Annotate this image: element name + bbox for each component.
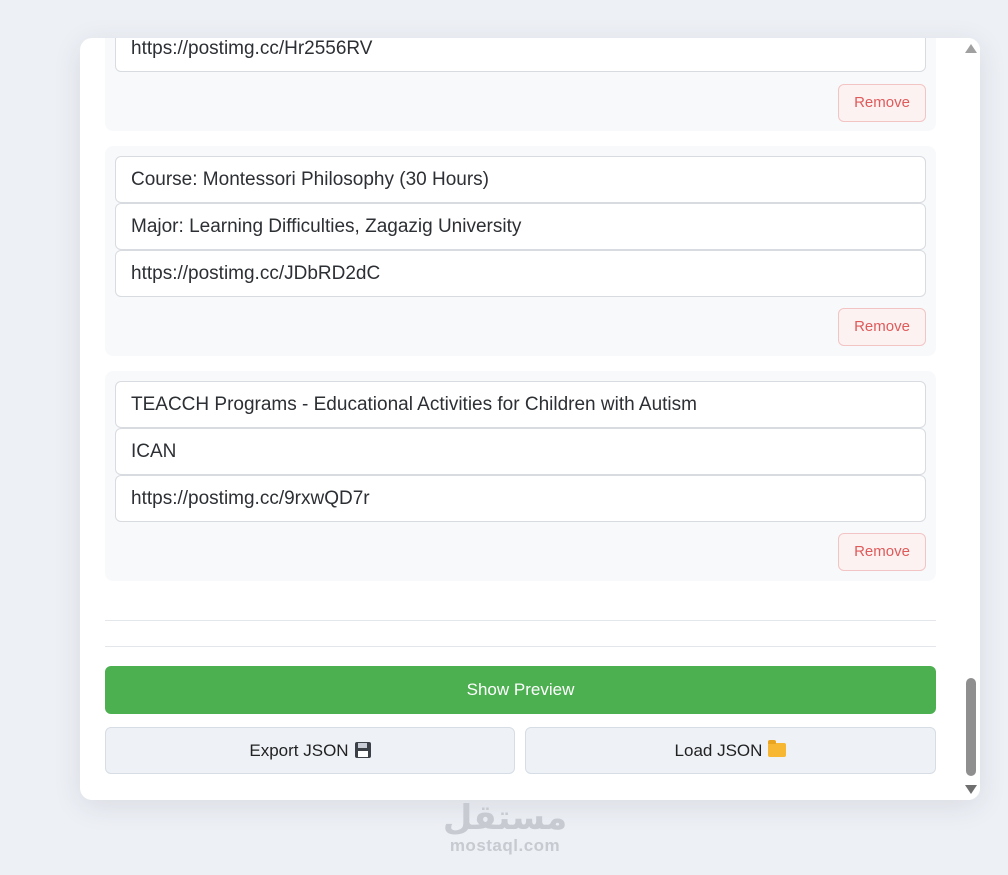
- entry-card: Remove: [105, 146, 936, 356]
- link-input[interactable]: [115, 475, 926, 522]
- export-json-button[interactable]: Export JSON: [105, 727, 515, 774]
- show-preview-button[interactable]: Show Preview: [105, 666, 936, 714]
- section-divider: [105, 646, 936, 647]
- watermark-arabic-text: مستقل: [442, 798, 568, 838]
- editor-panel: Remove Remove Remove Show Preview Export…: [80, 38, 980, 800]
- subtitle-input[interactable]: [115, 428, 926, 475]
- floppy-disk-icon: [354, 742, 371, 758]
- scroll-up-arrow-icon[interactable]: [965, 44, 977, 53]
- scrollbar-thumb[interactable]: [966, 678, 976, 776]
- entry-card: Remove: [105, 38, 936, 131]
- export-json-label: Export JSON: [249, 741, 349, 760]
- remove-button[interactable]: Remove: [838, 84, 926, 122]
- load-json-button[interactable]: Load JSON: [525, 727, 936, 774]
- folder-icon: [768, 740, 787, 757]
- scroll-down-arrow-icon[interactable]: [965, 785, 977, 794]
- load-json-label: Load JSON: [674, 741, 763, 760]
- subtitle-input[interactable]: [115, 203, 926, 250]
- link-input[interactable]: [115, 250, 926, 297]
- section-divider: [105, 620, 936, 621]
- entries-scroll-area[interactable]: Remove Remove Remove Show Preview Export…: [80, 38, 962, 800]
- title-input[interactable]: [115, 156, 926, 203]
- remove-button[interactable]: Remove: [838, 533, 926, 571]
- title-input[interactable]: [115, 381, 926, 428]
- watermark-logo: مستقل mostaql.com: [440, 800, 570, 860]
- vertical-scrollbar[interactable]: [962, 38, 980, 800]
- watermark-latin-text: mostaql.com: [449, 836, 561, 855]
- link-input[interactable]: [115, 38, 926, 72]
- remove-button[interactable]: Remove: [838, 308, 926, 346]
- entry-card: Remove: [105, 371, 936, 581]
